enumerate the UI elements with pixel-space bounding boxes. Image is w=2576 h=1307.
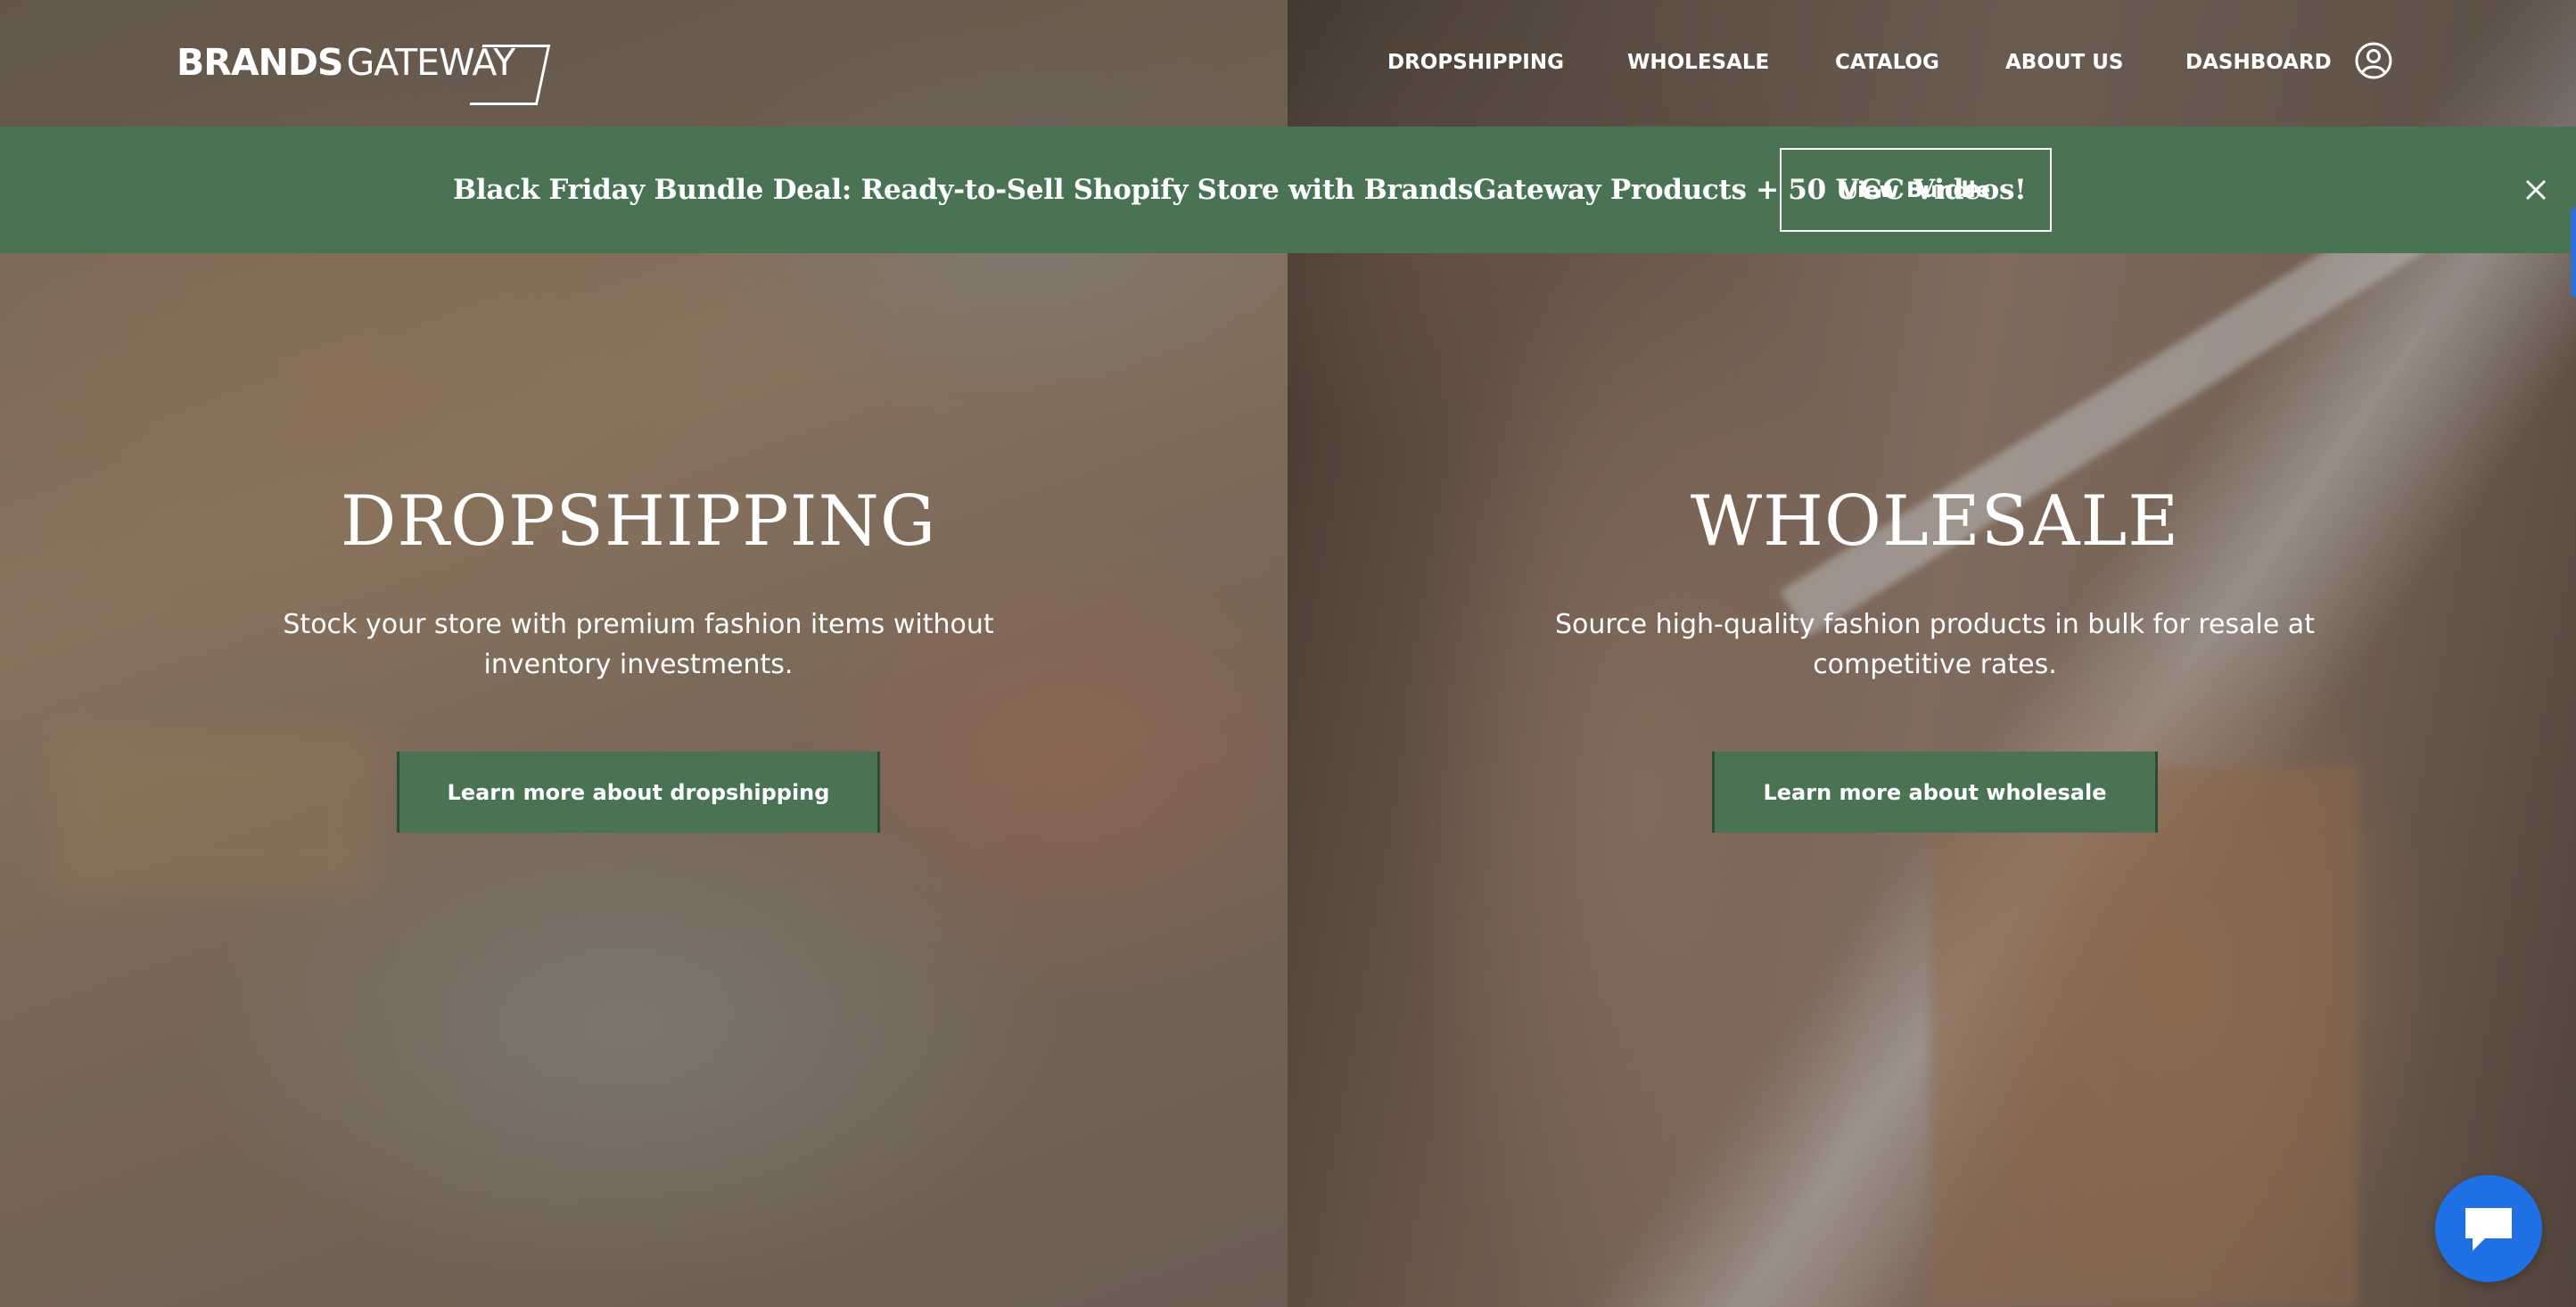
close-icon[interactable]	[2522, 176, 2550, 204]
site-header: BRANDS GATEWAY DROPSHIPPING WHOLESALE CA…	[0, 0, 2576, 127]
dropshipping-description: Stock your store with premium fashion it…	[283, 609, 994, 680]
view-bundle-button[interactable]: View Bundle	[1780, 148, 2052, 232]
feedback-edge-tab[interactable]	[2571, 208, 2576, 297]
nav-catalog[interactable]: CATALOG	[1835, 46, 1939, 78]
page: DROPSHIPPING Stock your store with premi…	[0, 0, 2576, 1307]
brandsgateway-logo[interactable]: BRANDS GATEWAY	[177, 27, 551, 105]
learn-more-wholesale-button[interactable]: Learn more about wholesale	[1712, 752, 2158, 833]
nav-dashboard[interactable]: DASHBOARD	[2185, 46, 2332, 78]
nav-wholesale[interactable]: WHOLESALE	[1627, 46, 1769, 78]
nav-about-us[interactable]: ABOUT US	[2005, 46, 2124, 78]
logo-gateway-text: GATEWAY	[342, 41, 551, 105]
logo-frame-mark	[470, 45, 551, 105]
learn-more-dropshipping-button[interactable]: Learn more about dropshipping	[397, 752, 880, 833]
promo-banner: Black Friday Bundle Deal: Ready-to-Sell …	[0, 127, 2576, 253]
wholesale-description: Source high-quality fashion products in …	[1555, 609, 2315, 680]
nav-dropshipping[interactable]: DROPSHIPPING	[1387, 46, 1564, 78]
chat-bubble-icon	[2465, 1208, 2512, 1251]
dropshipping-title: DROPSHIPPING	[340, 481, 937, 562]
chat-button[interactable]	[2435, 1175, 2542, 1282]
user-circle-icon[interactable]	[2355, 42, 2392, 79]
logo-brands-text: BRANDS	[177, 41, 343, 84]
wholesale-title: WHOLESALE	[1690, 481, 2180, 562]
